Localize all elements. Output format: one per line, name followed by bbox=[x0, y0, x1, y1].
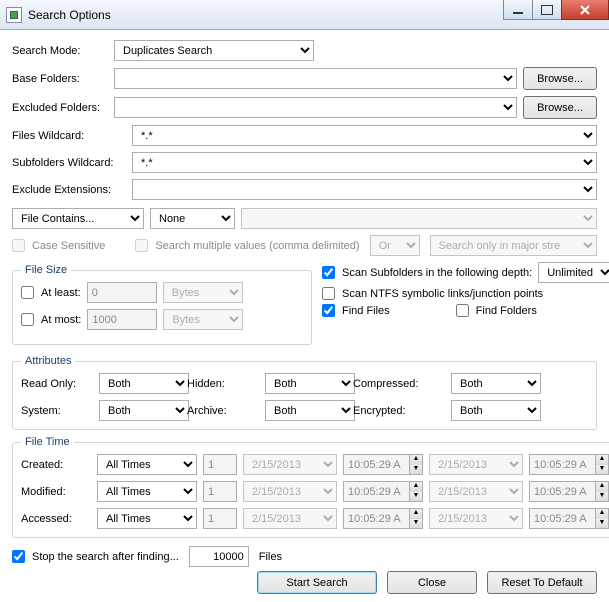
find-files-checkbox[interactable]: Find Files bbox=[322, 304, 390, 317]
accessed-mode[interactable]: All Times bbox=[97, 508, 197, 529]
created-time1[interactable] bbox=[343, 454, 409, 475]
case-sensitive-input bbox=[12, 239, 25, 252]
files-wildcard-combo[interactable]: *.* bbox=[132, 125, 597, 146]
compressed-label: Compressed: bbox=[353, 378, 443, 390]
spinner-icon[interactable]: ▲▼ bbox=[595, 454, 609, 475]
archive-label: Archive: bbox=[187, 405, 257, 417]
encrypted-select[interactable]: Both bbox=[451, 400, 541, 421]
file-size-group: File Size At least: Bytes At most: Bytes bbox=[12, 264, 312, 345]
attributes-legend: Attributes bbox=[21, 355, 75, 367]
at-most-input[interactable] bbox=[87, 309, 157, 330]
subfolders-wildcard-combo[interactable]: *.* bbox=[132, 152, 597, 173]
created-mode[interactable]: All Times bbox=[97, 454, 197, 475]
at-most-unit[interactable]: Bytes bbox=[163, 309, 243, 330]
file-contains-text[interactable] bbox=[241, 208, 597, 229]
accessed-n[interactable] bbox=[203, 508, 237, 529]
stop-after-checkbox[interactable]: Stop the search after finding... bbox=[12, 550, 179, 563]
files-wildcard-label: Files Wildcard: bbox=[12, 130, 126, 142]
created-time2[interactable] bbox=[529, 454, 595, 475]
modified-label: Modified: bbox=[21, 486, 91, 498]
find-folders-checkbox[interactable]: Find Folders bbox=[456, 304, 537, 317]
modified-time2[interactable] bbox=[529, 481, 595, 502]
spinner-icon[interactable]: ▲▼ bbox=[409, 481, 423, 502]
files-suffix: Files bbox=[259, 551, 282, 563]
close-window-button[interactable] bbox=[561, 0, 609, 20]
at-least-input[interactable] bbox=[87, 282, 157, 303]
at-least-checkbox[interactable]: At least: bbox=[21, 286, 81, 299]
case-sensitive-checkbox: Case Sensitive bbox=[12, 239, 105, 252]
file-size-legend: File Size bbox=[21, 264, 71, 276]
exclude-extensions-combo[interactable] bbox=[132, 179, 597, 200]
file-time-legend: File Time bbox=[21, 436, 74, 448]
spinner-icon[interactable]: ▲▼ bbox=[595, 508, 609, 529]
read-only-label: Read Only: bbox=[21, 378, 91, 390]
search-multiple-input bbox=[135, 239, 148, 252]
accessed-date2[interactable]: 2/15/2013 bbox=[429, 508, 523, 529]
stop-count-input[interactable] bbox=[189, 546, 249, 567]
created-n[interactable] bbox=[203, 454, 237, 475]
scan-ntfs-checkbox[interactable]: Scan NTFS symbolic links/junction points bbox=[322, 287, 543, 300]
at-least-unit[interactable]: Bytes bbox=[163, 282, 243, 303]
excluded-folders-label: Excluded Folders: bbox=[12, 102, 108, 114]
spinner-icon[interactable]: ▲▼ bbox=[595, 481, 609, 502]
search-mode-label: Search Mode: bbox=[12, 45, 108, 57]
close-button[interactable]: Close bbox=[387, 571, 477, 594]
search-multiple-checkbox: Search multiple values (comma delimited) bbox=[135, 239, 359, 252]
encrypted-label: Encrypted: bbox=[353, 405, 443, 417]
hidden-label: Hidden: bbox=[187, 378, 257, 390]
accessed-label: Accessed: bbox=[21, 513, 91, 525]
exclude-extensions-label: Exclude Extensions: bbox=[12, 184, 126, 196]
file-contains-mode-select[interactable]: None bbox=[150, 208, 235, 229]
attributes-group: Attributes Read Only: Both Hidden: Both … bbox=[12, 355, 597, 430]
compressed-select[interactable]: Both bbox=[451, 373, 541, 394]
created-date2[interactable]: 2/15/2013 bbox=[429, 454, 523, 475]
start-search-button[interactable]: Start Search bbox=[257, 571, 377, 594]
system-select[interactable]: Both bbox=[99, 400, 189, 421]
spinner-icon[interactable]: ▲▼ bbox=[409, 454, 423, 475]
app-icon bbox=[6, 7, 22, 23]
scan-subfolders-checkbox[interactable]: Scan Subfolders in the following depth: bbox=[322, 266, 532, 279]
window-title: Search Options bbox=[28, 8, 111, 22]
file-contains-select[interactable]: File Contains... bbox=[12, 208, 144, 229]
search-mode-select[interactable]: Duplicates Search bbox=[114, 40, 314, 61]
minimize-button[interactable] bbox=[503, 0, 533, 20]
maximize-button[interactable] bbox=[532, 0, 562, 20]
base-folders-combo[interactable] bbox=[114, 68, 517, 89]
modified-date1[interactable]: 2/15/2013 bbox=[243, 481, 337, 502]
browse-excluded-button[interactable]: Browse... bbox=[523, 96, 597, 119]
modified-n[interactable] bbox=[203, 481, 237, 502]
excluded-folders-combo[interactable] bbox=[114, 97, 517, 118]
base-folders-label: Base Folders: bbox=[12, 73, 108, 85]
titlebar: Search Options bbox=[0, 0, 609, 30]
created-date1[interactable]: 2/15/2013 bbox=[243, 454, 337, 475]
scan-depth-select[interactable]: Unlimited bbox=[538, 262, 609, 283]
hidden-select[interactable]: Both bbox=[265, 373, 355, 394]
accessed-date1[interactable]: 2/15/2013 bbox=[243, 508, 337, 529]
reset-button[interactable]: Reset To Default bbox=[487, 571, 597, 594]
modified-time1[interactable] bbox=[343, 481, 409, 502]
accessed-time1[interactable] bbox=[343, 508, 409, 529]
modified-date2[interactable]: 2/15/2013 bbox=[429, 481, 523, 502]
created-label: Created: bbox=[21, 459, 91, 471]
read-only-select[interactable]: Both bbox=[99, 373, 189, 394]
modified-mode[interactable]: All Times bbox=[97, 481, 197, 502]
archive-select[interactable]: Both bbox=[265, 400, 355, 421]
browse-base-button[interactable]: Browse... bbox=[523, 67, 597, 90]
or-and-select: Or bbox=[370, 235, 420, 256]
search-only-select: Search only in major stre bbox=[430, 235, 597, 256]
file-time-group: File Time Created: All Times 2/15/2013 ▲… bbox=[12, 436, 609, 538]
at-most-checkbox[interactable]: At most: bbox=[21, 313, 81, 326]
system-label: System: bbox=[21, 405, 91, 417]
accessed-time2[interactable] bbox=[529, 508, 595, 529]
subfolders-wildcard-label: Subfolders Wildcard: bbox=[12, 157, 126, 169]
spinner-icon[interactable]: ▲▼ bbox=[409, 508, 423, 529]
